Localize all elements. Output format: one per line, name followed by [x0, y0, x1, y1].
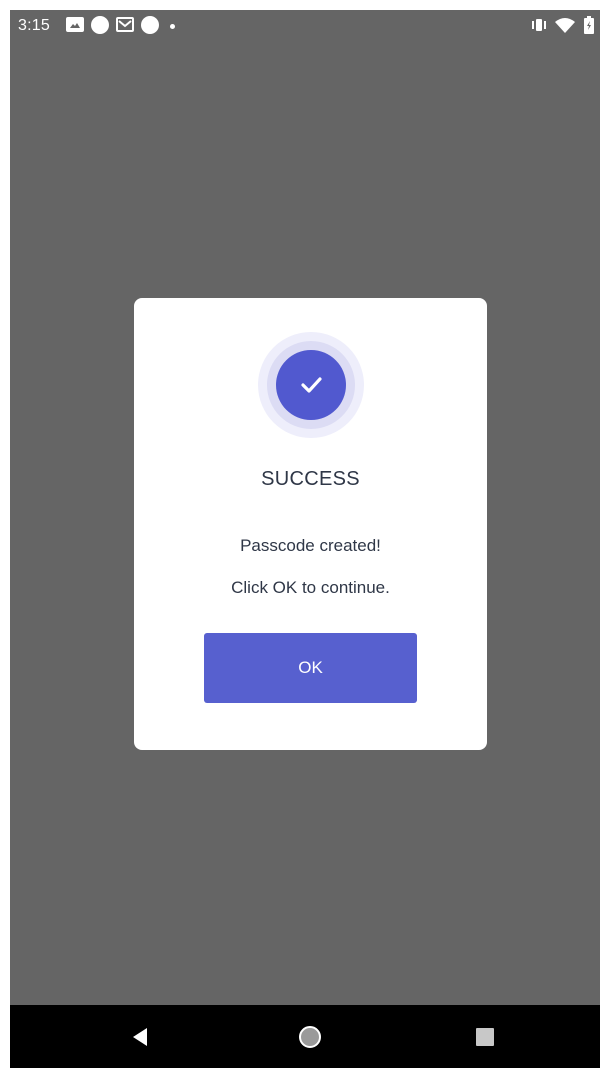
- wifi-icon: [555, 17, 575, 33]
- dialog-message: Passcode created!: [240, 536, 381, 555]
- dialog-instruction: Click OK to continue.: [231, 578, 390, 597]
- vibrate-icon: [530, 17, 548, 33]
- back-icon: [133, 1027, 147, 1046]
- back-button[interactable]: [100, 1005, 180, 1068]
- dialog-title: SUCCESS: [261, 468, 360, 490]
- app-screen: 3:15 SUCCESS Passcode created! Click OK …: [10, 10, 600, 1068]
- recents-button[interactable]: [445, 1005, 525, 1068]
- status-bar: 3:15: [10, 10, 600, 44]
- navigation-bar: [10, 1005, 600, 1068]
- check-circle-icon: [258, 332, 364, 438]
- circle-notification-icon: [91, 16, 109, 34]
- dot-icon: [170, 24, 175, 29]
- success-dialog: SUCCESS Passcode created! Click OK to co…: [134, 298, 487, 750]
- recents-icon: [476, 1027, 494, 1046]
- home-button[interactable]: [270, 1005, 350, 1068]
- circle-notification-icon: [141, 16, 159, 34]
- photo-icon: [66, 17, 84, 32]
- home-icon: [299, 1025, 321, 1048]
- status-time: 3:15: [18, 17, 50, 34]
- mail-icon: [116, 17, 134, 32]
- ok-button[interactable]: OK: [204, 633, 417, 703]
- battery-icon: [584, 16, 594, 34]
